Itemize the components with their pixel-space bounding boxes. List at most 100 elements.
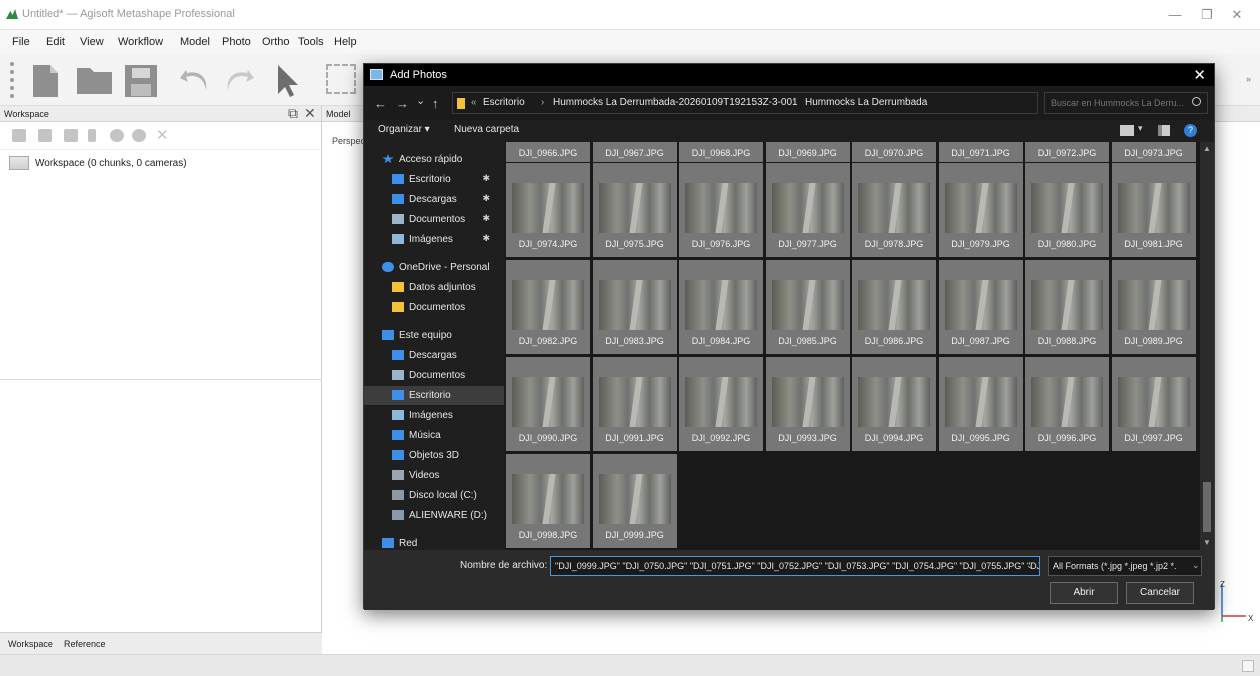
breadcrumb-escritorio[interactable]: Escritorio xyxy=(483,97,525,108)
workspace-root-item[interactable]: Workspace (0 chunks, 0 cameras) xyxy=(35,158,187,169)
file-thumbnail[interactable]: DJI_0971.JPG xyxy=(938,142,1023,162)
nav-item-alienware-d[interactable]: ALIENWARE (D:) xyxy=(364,506,504,525)
file-thumbnail[interactable]: DJI_0987.JPG xyxy=(938,260,1023,354)
menu-help[interactable]: Help xyxy=(334,36,357,48)
file-grid-scrollbar[interactable]: ▲ ▼ xyxy=(1200,142,1214,550)
file-thumbnail[interactable]: DJI_0979.JPG xyxy=(938,163,1023,257)
toolbar-overflow-icon[interactable]: » xyxy=(1246,74,1251,84)
tab-reference[interactable]: Reference xyxy=(64,639,106,649)
nav-item-este-equipo[interactable]: Este equipo xyxy=(364,326,504,345)
nav-item-documentos[interactable]: Documentos xyxy=(364,298,504,317)
maximize-button[interactable]: ❐ xyxy=(1192,6,1222,24)
view-options-dropdown-icon[interactable]: ▾ xyxy=(1138,123,1143,134)
file-type-select[interactable]: All Formats (*.jpg *.jpeg *.jp2 *. xyxy=(1048,556,1202,576)
menu-file[interactable]: File xyxy=(12,36,30,48)
filename-dropdown-icon[interactable]: ⌄ xyxy=(1026,560,1034,571)
menu-ortho[interactable]: Ortho xyxy=(262,36,290,48)
change-view-icon[interactable] xyxy=(1120,125,1134,136)
filename-input[interactable]: "DJI_0999.JPG" "DJI_0750.JPG" "DJI_0751.… xyxy=(550,556,1040,576)
menu-view[interactable]: View xyxy=(80,36,104,48)
file-type-dropdown-icon[interactable]: ⌄ xyxy=(1192,560,1200,571)
open-button[interactable]: Abrir xyxy=(1050,582,1118,604)
nav-item-escritorio[interactable]: Escritorio xyxy=(364,386,504,405)
file-thumbnail[interactable]: DJI_0983.JPG xyxy=(592,260,677,354)
breadcrumb-hummocks-folder[interactable]: Hummocks La Derrumbada xyxy=(805,97,927,108)
file-thumbnail[interactable]: DJI_0999.JPG xyxy=(592,454,677,548)
open-folder-icon[interactable] xyxy=(76,64,114,96)
file-thumbnail[interactable]: DJI_0975.JPG xyxy=(592,163,677,257)
disable-icon[interactable] xyxy=(132,129,146,142)
file-thumbnail[interactable]: DJI_0998.JPG xyxy=(506,454,590,548)
undo-icon[interactable] xyxy=(178,64,212,94)
dialog-close-button[interactable]: ✕ xyxy=(1193,66,1206,84)
redo-icon[interactable] xyxy=(222,64,256,94)
menu-workflow[interactable]: Workflow xyxy=(118,36,163,48)
nav-item-im-genes[interactable]: Imágenes ✱ xyxy=(364,230,504,249)
menu-tools[interactable]: Tools xyxy=(298,36,324,48)
scroll-thumb[interactable] xyxy=(1203,482,1211,532)
new-folder-button[interactable]: Nueva carpeta xyxy=(454,124,519,135)
rectangle-selection-icon[interactable] xyxy=(326,64,356,94)
menu-photo[interactable]: Photo xyxy=(222,36,251,48)
scroll-up-icon[interactable]: ▲ xyxy=(1203,144,1211,153)
menu-edit[interactable]: Edit xyxy=(46,36,65,48)
address-bar[interactable]: « Escritorio › Hummocks La Derrumbada-20… xyxy=(452,92,1120,114)
file-thumbnail[interactable]: DJI_0984.JPG xyxy=(679,260,763,354)
nav-item-documentos[interactable]: Documentos xyxy=(364,366,504,385)
save-icon[interactable] xyxy=(124,64,158,98)
file-thumbnail[interactable]: DJI_0996.JPG xyxy=(1025,357,1109,451)
tab-model[interactable]: Model xyxy=(326,109,351,119)
file-thumbnail[interactable]: DJI_0980.JPG xyxy=(1025,163,1109,257)
nav-item-escritorio[interactable]: Escritorio ✱ xyxy=(364,170,504,189)
file-thumbnail[interactable]: DJI_0973.JPG xyxy=(1111,142,1196,162)
nav-item-documentos[interactable]: Documentos ✱ xyxy=(364,210,504,229)
nav-item-descargas[interactable]: Descargas xyxy=(364,346,504,365)
close-window-button[interactable]: ✕ xyxy=(1222,6,1252,24)
help-icon[interactable]: ? xyxy=(1184,124,1197,137)
file-thumbnail[interactable]: DJI_0978.JPG xyxy=(852,163,936,257)
file-thumbnail[interactable]: DJI_0992.JPG xyxy=(679,357,763,451)
nav-item-descargas[interactable]: Descargas ✱ xyxy=(364,190,504,209)
nav-item-disco-local-c[interactable]: Disco local (C:) xyxy=(364,486,504,505)
nav-item-onedrive-personal[interactable]: OneDrive - Personal xyxy=(364,258,504,277)
nav-item-objetos-3d[interactable]: Objetos 3D xyxy=(364,446,504,465)
file-thumbnail[interactable]: DJI_0988.JPG xyxy=(1025,260,1109,354)
file-thumbnail[interactable]: DJI_0977.JPG xyxy=(765,163,850,257)
add-photos-icon[interactable] xyxy=(38,129,52,142)
file-thumbnail[interactable]: DJI_0974.JPG xyxy=(506,163,590,257)
up-folder-button[interactable]: ↑ xyxy=(432,96,439,111)
file-thumbnail[interactable]: DJI_0972.JPG xyxy=(1025,142,1109,162)
file-thumbnail[interactable]: DJI_0994.JPG xyxy=(852,357,936,451)
float-panel-icon[interactable]: ⧉ xyxy=(288,105,298,122)
enable-icon[interactable] xyxy=(110,129,124,142)
nav-item-datos-adjuntos[interactable]: Datos adjuntos xyxy=(364,278,504,297)
file-thumbnail[interactable]: DJI_0968.JPG xyxy=(679,142,763,162)
minimize-button[interactable]: — xyxy=(1160,6,1190,24)
file-thumbnail[interactable]: DJI_0985.JPG xyxy=(765,260,850,354)
add-scalebar-icon[interactable] xyxy=(88,129,96,142)
file-thumbnail[interactable]: DJI_0967.JPG xyxy=(592,142,677,162)
forward-button[interactable]: → xyxy=(396,96,409,111)
file-thumbnail[interactable]: DJI_0990.JPG xyxy=(506,357,590,451)
file-thumbnail[interactable]: DJI_0993.JPG xyxy=(765,357,850,451)
new-document-icon[interactable] xyxy=(30,64,60,98)
search-box[interactable] xyxy=(1044,92,1208,114)
scroll-down-icon[interactable]: ▼ xyxy=(1203,538,1211,547)
file-thumbnail[interactable]: DJI_0982.JPG xyxy=(506,260,590,354)
file-thumbnail[interactable]: DJI_0976.JPG xyxy=(679,163,763,257)
file-thumbnail[interactable]: DJI_0970.JPG xyxy=(852,142,936,162)
nav-item-m-sica[interactable]: Música xyxy=(364,426,504,445)
tab-workspace[interactable]: Workspace xyxy=(8,639,53,649)
organize-button[interactable]: Organizar ▾ xyxy=(378,124,430,135)
cancel-button[interactable]: Cancelar xyxy=(1126,582,1194,604)
breadcrumb-hummocks-zip[interactable]: Hummocks La Derrumbada-20260109T192153Z-… xyxy=(553,97,798,108)
search-input[interactable] xyxy=(1045,93,1191,113)
remove-icon[interactable]: ✕ xyxy=(156,126,169,144)
pointer-tool-icon[interactable] xyxy=(276,64,300,98)
file-thumbnail[interactable]: DJI_0989.JPG xyxy=(1111,260,1196,354)
add-chunk-icon[interactable] xyxy=(12,129,26,142)
file-thumbnail[interactable]: DJI_0995.JPG xyxy=(938,357,1023,451)
nav-item-videos[interactable]: Videos xyxy=(364,466,504,485)
file-thumbnail[interactable]: DJI_0969.JPG xyxy=(765,142,850,162)
file-thumbnail[interactable]: DJI_0991.JPG xyxy=(592,357,677,451)
